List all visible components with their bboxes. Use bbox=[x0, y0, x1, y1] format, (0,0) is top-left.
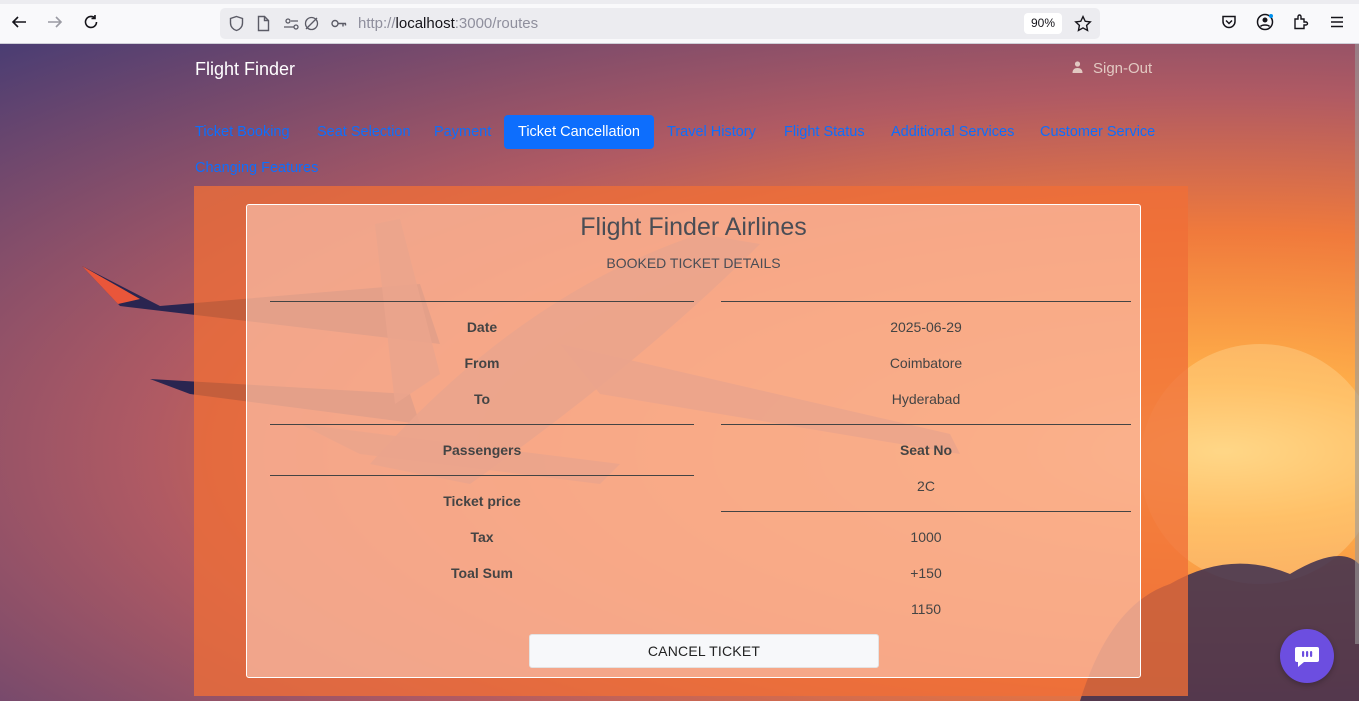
tax-label: Tax bbox=[470, 529, 494, 545]
tab-strip bbox=[0, 0, 1359, 4]
total-value: 1150 bbox=[910, 601, 942, 617]
from-value: Coimbatore bbox=[889, 355, 963, 371]
tracking-blocked-icon[interactable] bbox=[303, 15, 320, 32]
total-sum-label: Toal Sum bbox=[451, 565, 513, 581]
address-bar[interactable]: http://localhost:3000/routes 90% bbox=[220, 8, 1100, 39]
tab-ticket-booking[interactable]: Ticket Booking bbox=[195, 115, 290, 149]
back-icon[interactable] bbox=[8, 11, 30, 33]
brand-logo[interactable]: Flight Finder bbox=[195, 59, 295, 80]
tab-customer-service[interactable]: Customer Service bbox=[1040, 115, 1155, 149]
date-value: 2025-06-29 bbox=[890, 319, 962, 335]
shield-icon[interactable] bbox=[228, 15, 245, 32]
page-scrollbar[interactable] bbox=[1355, 44, 1359, 644]
price-value: 1000 bbox=[910, 529, 942, 545]
zoom-indicator[interactable]: 90% bbox=[1024, 13, 1063, 34]
to-label: To bbox=[473, 391, 491, 407]
passengers-label: Passengers bbox=[442, 442, 522, 458]
chat-icon bbox=[1295, 647, 1319, 667]
user-icon bbox=[1072, 60, 1083, 77]
permissions-icon[interactable] bbox=[283, 15, 300, 32]
divider bbox=[270, 301, 694, 302]
to-value: Hyderabad bbox=[891, 391, 961, 407]
seat-no-value: 2C bbox=[917, 478, 935, 494]
forward-icon[interactable] bbox=[44, 11, 66, 33]
menu-icon[interactable] bbox=[1326, 11, 1348, 33]
account-icon[interactable] bbox=[1254, 11, 1276, 33]
divider bbox=[721, 301, 1131, 302]
url-text[interactable]: http://localhost:3000/routes bbox=[358, 15, 538, 32]
signout-label: Sign-Out bbox=[1093, 60, 1153, 77]
date-label: Date bbox=[466, 319, 498, 335]
from-label: From bbox=[464, 355, 500, 371]
ticket-price-label: Ticket price bbox=[443, 493, 521, 509]
page-icon bbox=[255, 15, 272, 32]
tab-ticket-cancellation[interactable]: Ticket Cancellation bbox=[504, 115, 654, 149]
reload-icon[interactable] bbox=[80, 11, 102, 33]
tab-payment[interactable]: Payment bbox=[434, 115, 491, 149]
page-background: Flight Finder Sign-Out Ticket Booking Se… bbox=[0, 44, 1359, 701]
tab-seat-selection[interactable]: Seat Selection bbox=[317, 115, 411, 149]
browser-toolbar: http://localhost:3000/routes 90% bbox=[0, 0, 1359, 44]
signout-button[interactable]: Sign-Out bbox=[1072, 60, 1152, 77]
key-icon[interactable] bbox=[330, 15, 347, 32]
pocket-icon[interactable] bbox=[1218, 11, 1240, 33]
bookmark-star-icon[interactable] bbox=[1074, 14, 1092, 33]
ticket-subtitle: BOOKED TICKET DETAILS bbox=[606, 255, 781, 271]
tab-changing-features[interactable]: Changing Features bbox=[195, 151, 318, 185]
divider bbox=[270, 424, 694, 425]
tax-value: +150 bbox=[910, 565, 942, 581]
divider bbox=[270, 475, 694, 476]
divider bbox=[721, 511, 1131, 512]
cancel-ticket-button[interactable]: CANCEL TICKET bbox=[529, 634, 879, 668]
chatbot-button[interactable] bbox=[1280, 629, 1334, 683]
airline-title: Flight Finder Airlines bbox=[580, 213, 807, 241]
tab-travel-history[interactable]: Travel History bbox=[667, 115, 756, 149]
tab-additional-services[interactable]: Additional Services bbox=[891, 115, 1014, 149]
divider bbox=[721, 424, 1131, 425]
extensions-icon[interactable] bbox=[1290, 11, 1312, 33]
tab-flight-status[interactable]: Flight Status bbox=[784, 115, 865, 149]
seat-no-label: Seat No bbox=[899, 442, 953, 458]
ticket-card: Flight Finder Airlines BOOKED TICKET DET… bbox=[246, 204, 1141, 678]
